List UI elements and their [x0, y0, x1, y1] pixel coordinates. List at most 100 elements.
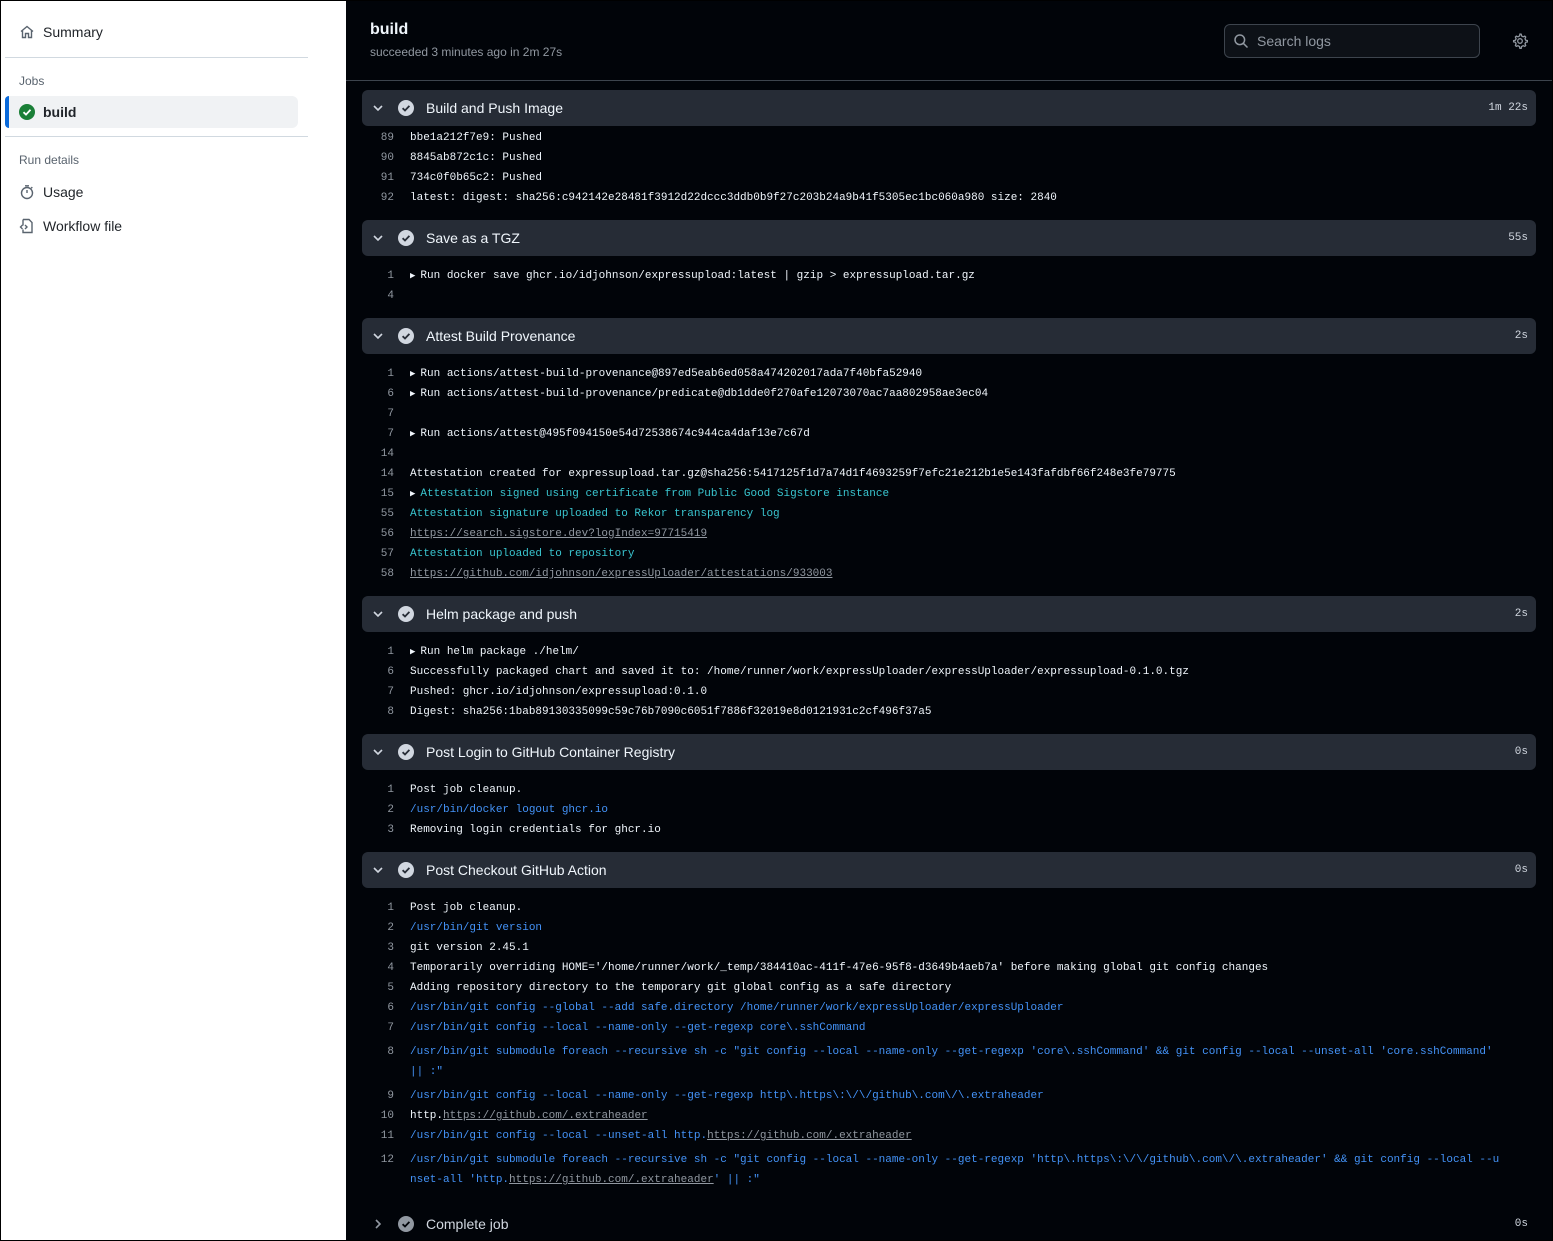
search-logs-box[interactable] — [1224, 24, 1480, 58]
line-number[interactable]: 1 — [362, 368, 410, 380]
step-header[interactable]: Post Checkout GitHub Action 0s — [362, 852, 1536, 888]
active-indicator — [5, 96, 9, 128]
check-circle-icon — [398, 1216, 414, 1232]
log-link[interactable]: https://github.com/.extraheader — [707, 1130, 912, 1142]
line-number[interactable]: 9 — [362, 1090, 410, 1102]
line-number[interactable]: 7 — [362, 686, 410, 698]
step-header[interactable]: Post Login to GitHub Container Registry … — [362, 734, 1536, 770]
log-link[interactable]: https://github.com/.extraheader — [509, 1174, 714, 1186]
log-text: Run actions/attest@495f094150e54d7253867… — [420, 428, 810, 440]
line-number[interactable]: 6 — [362, 1002, 410, 1014]
sidebar-item-summary[interactable]: Summary — [1, 15, 346, 49]
line-number[interactable]: 6 — [362, 666, 410, 678]
log-line: 4 Temporarily overriding HOME='/home/runn… — [362, 958, 1536, 978]
step-name: Build and Push Image — [426, 100, 563, 116]
line-number[interactable]: 55 — [362, 508, 410, 520]
log-line-group[interactable]: 15 ▶ Attestation signed using certificate … — [362, 484, 1536, 504]
line-number[interactable]: 6 — [362, 388, 410, 400]
log-text: Attestation uploaded to repository — [410, 548, 635, 560]
line-number[interactable]: 7 — [362, 428, 410, 440]
sidebar-item-usage[interactable]: Usage — [1, 175, 346, 209]
sidebar-item-label: build — [43, 104, 77, 120]
line-number[interactable]: 1 — [362, 270, 410, 282]
line-number[interactable]: 90 — [362, 152, 410, 164]
step-header[interactable]: Build and Push Image 1m 22s — [362, 90, 1536, 126]
step-header[interactable]: Helm package and push 2s — [362, 596, 1536, 632]
step-header[interactable]: Complete job 0s — [362, 1206, 1536, 1240]
log-text: Removing login credentials for ghcr.io — [410, 824, 661, 836]
log-text: 8845ab872c1c: Pushed — [410, 152, 543, 164]
line-number[interactable]: 1 — [362, 902, 410, 914]
log-text: Attestation created for expressupload.ta… — [410, 468, 1176, 480]
step-header[interactable]: Save as a TGZ 55s — [362, 220, 1536, 256]
log-line: 57 Attestation uploaded to repository — [362, 544, 1536, 564]
line-number[interactable]: 2 — [362, 804, 410, 816]
log-link[interactable]: https://search.sigstore.dev?logIndex=977… — [410, 528, 1500, 540]
step-name: Attest Build Provenance — [426, 328, 576, 344]
line-number[interactable]: 11 — [362, 1130, 410, 1142]
line-number[interactable]: 3 — [362, 824, 410, 836]
line-number[interactable]: 3 — [362, 942, 410, 954]
line-number[interactable]: 89 — [362, 132, 410, 144]
step-log: 1 ▶ Run actions/attest-build-provenance@89… — [362, 354, 1536, 584]
line-number[interactable]: 56 — [362, 528, 410, 540]
search-logs-input[interactable] — [1257, 33, 1457, 49]
log-line: 8 Digest: sha256:1bab89130335099c59c76b70… — [362, 702, 1536, 722]
line-number[interactable]: 8 — [362, 706, 410, 718]
step-name: Helm package and push — [426, 606, 577, 622]
log-line: 7/usr/bin/git config --local --name-only… — [362, 1018, 1536, 1038]
log-line-group[interactable]: 1 ▶ Run actions/attest-build-provenance@89… — [362, 364, 1536, 384]
log-line: 2/usr/bin/docker logout ghcr.io — [362, 800, 1536, 820]
line-number[interactable]: 1 — [362, 784, 410, 796]
triangle-right-icon: ▶ — [410, 389, 416, 399]
step-duration: 2s — [1514, 330, 1528, 342]
log-line: 10 http.https://github.com/.extraheader — [362, 1106, 1536, 1126]
line-number[interactable]: 57 — [362, 548, 410, 560]
line-number[interactable]: 5 — [362, 982, 410, 994]
log-link[interactable]: https://github.com/idjohnson/expressUplo… — [410, 568, 1500, 580]
home-icon — [19, 24, 35, 40]
log-line-group[interactable]: 7 ▶ Run actions/attest@495f094150e54d72538… — [362, 424, 1536, 444]
line-number[interactable]: 58 — [362, 568, 410, 580]
gear-icon[interactable] — [1512, 33, 1528, 49]
sidebar-item-build-job[interactable]: build — [5, 96, 298, 128]
line-number[interactable]: 1 — [362, 646, 410, 658]
log-command: /usr/bin/git config --local --name-only … — [410, 1022, 866, 1034]
step-header[interactable]: Attest Build Provenance 2s — [362, 318, 1536, 354]
log-line: 6 Successfully packaged chart and saved i… — [362, 662, 1536, 682]
line-number[interactable]: 14 — [362, 448, 410, 460]
log-line-group[interactable]: 1 ▶ Run helm package ./helm/ — [362, 642, 1536, 662]
line-number[interactable]: 92 — [362, 192, 410, 204]
step-log: 1 Post job cleanup. 2/usr/bin/git version… — [362, 888, 1536, 1194]
chevron-down-icon — [370, 328, 386, 344]
sidebar-divider — [5, 136, 308, 137]
triangle-right-icon: ▶ — [410, 369, 416, 379]
log-line: 90 8845ab872c1c: Pushed — [362, 148, 1536, 168]
step-build-and-push-image: Build and Push Image 1m 22s 89 bbe1a212f7… — [362, 90, 1536, 208]
line-number[interactable]: 15 — [362, 488, 410, 500]
log-text: Attestation signature uploaded to Rekor … — [410, 508, 780, 520]
line-number[interactable]: 7 — [362, 1022, 410, 1034]
log-link[interactable]: https://github.com/.extraheader — [443, 1110, 648, 1122]
line-number[interactable]: 4 — [362, 290, 410, 302]
triangle-right-icon: ▶ — [410, 429, 416, 439]
line-number[interactable]: 4 — [362, 962, 410, 974]
log-line-group[interactable]: 1 ▶ Run docker save ghcr.io/idjohnson/expr… — [362, 266, 1536, 286]
line-number[interactable]: 8 — [362, 1042, 410, 1062]
line-number[interactable]: 14 — [362, 468, 410, 480]
line-number[interactable]: 2 — [362, 922, 410, 934]
log-command: /usr/bin/git config --local --name-only … — [410, 1090, 1044, 1102]
line-number[interactable]: 7 — [362, 408, 410, 420]
line-number[interactable]: 91 — [362, 172, 410, 184]
log-line-group[interactable]: 6 ▶ Run actions/attest-build-provenance/pr… — [362, 384, 1536, 404]
log-command: /usr/bin/docker logout ghcr.io — [410, 804, 609, 816]
step-attest-build-provenance: Attest Build Provenance 2s 1 ▶ Run actions… — [362, 318, 1536, 584]
sidebar-item-workflow-file[interactable]: Workflow file — [1, 209, 346, 243]
log-text: Attestation signed using certificate fro… — [420, 488, 890, 500]
log-command: /usr/bin/git config --local --unset-all … — [410, 1130, 708, 1142]
line-number[interactable]: 10 — [362, 1110, 410, 1122]
chevron-down-icon — [370, 744, 386, 760]
log-line: 14 Attestation created for expressupload.… — [362, 464, 1536, 484]
line-number[interactable]: 12 — [362, 1150, 410, 1170]
log-line: 55 Attestation signature uploaded to Reko… — [362, 504, 1536, 524]
